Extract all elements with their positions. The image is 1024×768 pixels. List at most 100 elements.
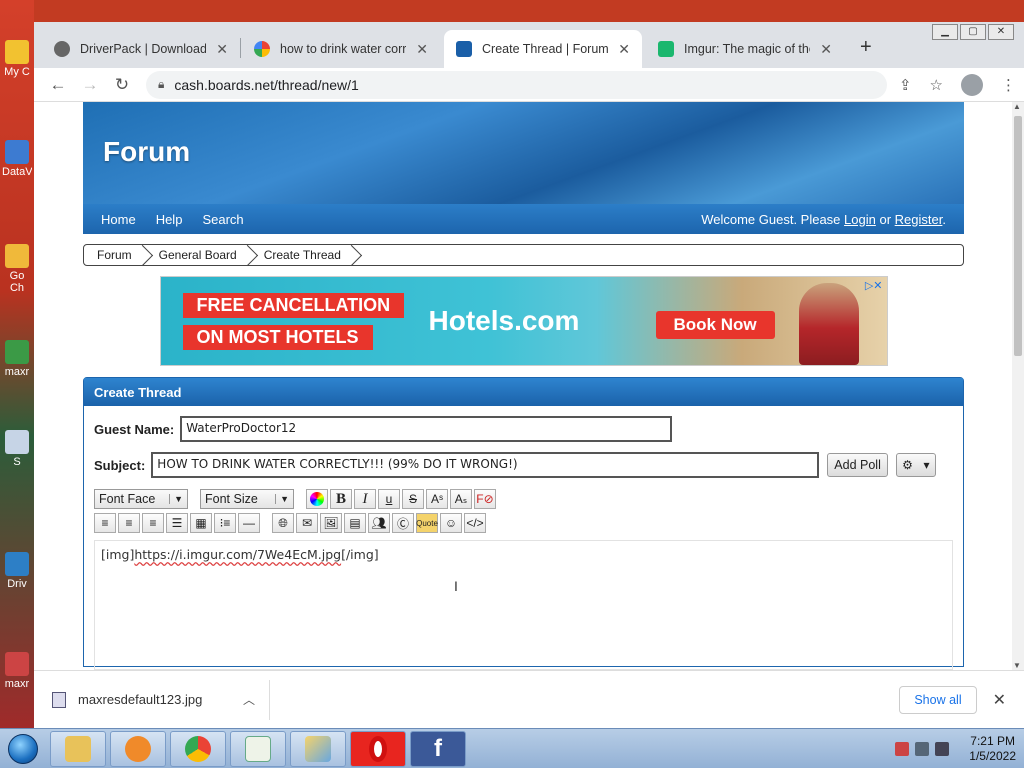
ad-choices-icon[interactable]: ▷✕	[865, 279, 883, 292]
align-center-icon[interactable]: ≡	[118, 513, 140, 533]
image-icon[interactable]: 🖼︎	[320, 513, 342, 533]
reload-button[interactable]: ↻	[106, 75, 138, 95]
clock[interactable]: 7:21 PM 1/5/2022	[969, 734, 1016, 764]
bold-icon[interactable]: B	[330, 489, 352, 509]
back-button[interactable]: ←	[42, 75, 74, 95]
tab-imgur[interactable]: Imgur: The magic of the I ✕	[646, 30, 844, 68]
close-window-button[interactable]: ✕	[988, 24, 1014, 40]
taskbar-paint[interactable]	[290, 730, 346, 767]
flag-icon[interactable]	[895, 741, 910, 756]
desktop-icon-s[interactable]: S	[2, 430, 32, 468]
tab-driverpack[interactable]: DriverPack | Download fre ✕	[42, 30, 240, 68]
hotels-ad-banner[interactable]: FREE CANCELLATION ON MOST HOTELS Hotels.…	[159, 276, 888, 366]
subject-row: Subject: HOW TO DRINK WATER CORRECTLY!!!…	[94, 452, 953, 478]
show-all-button[interactable]: Show all	[899, 685, 977, 714]
page-scrollbar[interactable]: ▲ ▼	[1012, 102, 1024, 670]
address-bar[interactable]: 🔒︎ cash.boards.net/thread/new/1	[146, 70, 887, 99]
taskbar-explorer[interactable]	[50, 730, 106, 767]
ad-line-1: FREE CANCELLATION	[182, 293, 405, 318]
chevron-up-icon[interactable]: ︿	[243, 691, 255, 708]
taskbar-notepad[interactable]	[230, 730, 286, 767]
minimize-button[interactable]: ▁	[932, 24, 958, 40]
welcome-or: or	[879, 211, 892, 227]
bookmark-star-icon[interactable]: ☆	[930, 76, 943, 94]
scroll-thumb[interactable]	[1014, 116, 1022, 356]
taskbar-facebook[interactable]: f	[410, 730, 466, 767]
taskbar-opera[interactable]	[350, 730, 406, 767]
volume-icon[interactable]	[935, 741, 950, 756]
video-icon[interactable]: ▤	[344, 513, 366, 533]
desktop-icon-google-chrome[interactable]: Go Ch	[2, 244, 32, 294]
desktop-icon-maxr[interactable]: maxr	[2, 340, 32, 378]
start-button[interactable]	[0, 730, 46, 768]
align-left-icon[interactable]: ≡	[94, 513, 116, 533]
ad-book-now-button[interactable]: Book Now	[655, 311, 775, 339]
superscript-icon[interactable]: Aˢ	[426, 489, 448, 509]
user-tag-icon[interactable]: 👥︎	[368, 513, 390, 533]
subscript-icon[interactable]: Aₛ	[450, 489, 472, 509]
strikethrough-icon[interactable]: S	[402, 489, 424, 509]
profile-avatar[interactable]	[961, 73, 983, 96]
new-tab-button[interactable]: +	[860, 36, 872, 59]
scroll-down-icon[interactable]: ▼	[1013, 661, 1021, 670]
smiley-icon[interactable]: ☺	[440, 513, 462, 533]
tab-google-search[interactable]: how to drink water correc ✕	[242, 30, 440, 68]
register-link[interactable]: Register	[895, 212, 943, 227]
tab-label: Imgur: The magic of the I	[684, 42, 811, 56]
taskbar-chrome[interactable]	[170, 730, 226, 767]
desktop-icon-maxr-2[interactable]: maxr	[2, 652, 32, 690]
chevron-down-icon: ▼	[275, 494, 289, 504]
desktop-icon-datav[interactable]: DataV	[2, 140, 32, 178]
bullet-list-icon[interactable]: ⁝≡	[214, 513, 236, 533]
justify-icon[interactable]: ☰	[166, 513, 188, 533]
forum-logo[interactable]: Forum	[103, 136, 190, 168]
nav-search[interactable]: Search	[202, 212, 243, 227]
horizontal-rule-icon[interactable]: —	[238, 513, 260, 533]
taskbar-media-player[interactable]	[110, 730, 166, 767]
nav-home[interactable]: Home	[101, 212, 136, 227]
guest-name-input[interactable]: WaterProDoctor12	[180, 416, 673, 442]
desktop-icon-driverpack[interactable]: Driv	[2, 552, 32, 590]
close-icon[interactable]: ✕	[618, 41, 630, 58]
close-icon[interactable]: ✕	[993, 690, 1006, 710]
desktop-icon-label: maxr	[4, 678, 30, 690]
maximize-button[interactable]: ▢	[960, 24, 986, 40]
color-picker-icon[interactable]	[306, 489, 328, 509]
source-view-icon[interactable]: </>	[464, 513, 486, 533]
breadcrumb-forum[interactable]: Forum	[84, 248, 146, 262]
login-link[interactable]: Login	[844, 212, 876, 227]
close-icon[interactable]: ✕	[820, 41, 832, 58]
forward-button[interactable]: →	[74, 75, 106, 95]
nav-help[interactable]: Help	[156, 212, 183, 227]
link-icon[interactable]: 🌐︎	[272, 513, 294, 533]
network-icon[interactable]	[915, 741, 930, 756]
message-editor[interactable]: [img]https://i.imgur.com/7We4EcM.jpg[/im…	[94, 540, 953, 670]
italic-icon[interactable]: I	[354, 489, 376, 509]
align-right-icon[interactable]: ≡	[142, 513, 164, 533]
desktop-icon-label: Go Ch	[9, 270, 25, 294]
share-icon[interactable]: ⇪	[899, 76, 912, 94]
quote-icon[interactable]: Quote	[416, 513, 438, 533]
code-icon[interactable]: Ⓒ	[392, 513, 414, 533]
desktop-icon-my-computer[interactable]: My C	[2, 40, 32, 78]
table-icon[interactable]: ▦	[190, 513, 212, 533]
panel-body: Guest Name: WaterProDoctor12 Subject: HO…	[84, 406, 963, 670]
add-poll-button[interactable]: Add Poll	[827, 453, 888, 477]
underline-icon[interactable]: u	[378, 489, 400, 509]
breadcrumb-general-board[interactable]: General Board	[146, 248, 251, 262]
font-size-select[interactable]: Font Size ▼	[200, 489, 294, 509]
menu-dots-icon[interactable]: ⋮	[1001, 76, 1016, 94]
remove-format-icon[interactable]: F⊘	[474, 489, 496, 509]
close-icon[interactable]: ✕	[416, 41, 428, 58]
subject-input[interactable]: HOW TO DRINK WATER CORRECTLY!!! (99% DO …	[151, 452, 820, 478]
download-item[interactable]: maxresdefault123.jpg ︿	[52, 679, 270, 720]
email-icon[interactable]: ✉	[296, 513, 318, 533]
tab-separator	[240, 38, 241, 58]
scroll-up-icon[interactable]: ▲	[1013, 102, 1021, 111]
options-dropdown[interactable]: ⚙ ▾	[895, 453, 936, 477]
font-face-select[interactable]: Font Face ▼	[94, 489, 188, 509]
close-icon[interactable]: ✕	[216, 41, 228, 58]
tab-create-thread[interactable]: Create Thread | Forum ✕	[444, 30, 642, 68]
breadcrumb-create-thread[interactable]: Create Thread	[251, 248, 355, 262]
forum-navbar: Home Help Search Welcome Guest. Please L…	[83, 204, 964, 234]
